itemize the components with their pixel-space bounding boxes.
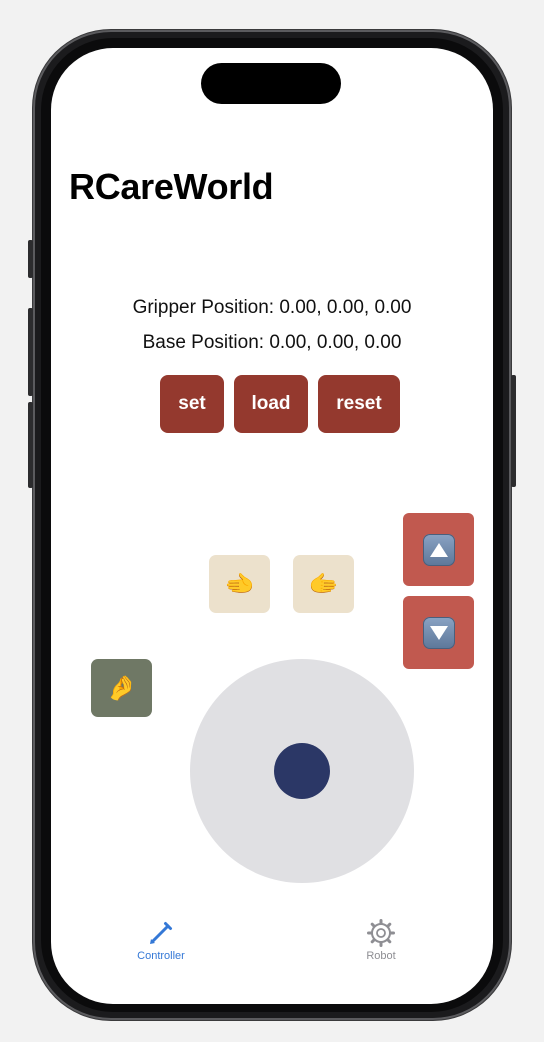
joystick-pad[interactable] [190,659,414,883]
move-down-button[interactable] [403,596,474,669]
move-up-button[interactable] [403,513,474,586]
power-button [511,375,516,487]
volume-down-button [28,402,33,488]
hand-pointing-right-icon: 🫱 [308,570,339,598]
hand-pointing-left-icon: 🫲 [224,570,255,598]
tab-controller[interactable]: Controller [101,918,221,962]
volume-up-button [28,308,33,396]
tab-robot[interactable]: Robot [321,918,441,962]
pencil-icon [150,922,172,944]
pinching-hand-icon: 🤌 [106,674,137,702]
dynamic-island [201,63,341,104]
gripper-left-button[interactable]: 🫲 [209,555,270,613]
gripper-right-button[interactable]: 🫱 [293,555,354,613]
tab-controller-label: Controller [137,950,185,962]
tab-bar: Controller Robot [51,908,493,968]
app-screen: RCareWorld Gripper Position: 0.00, 0.00,… [51,48,493,1004]
gear-icon [367,919,395,947]
joystick-knob[interactable] [274,743,330,799]
load-button[interactable]: load [234,375,308,433]
set-button[interactable]: set [160,375,224,433]
base-position-text: Base Position: 0.00, 0.00, 0.00 [142,332,402,353]
silent-switch [28,240,33,278]
gripper-pinch-button[interactable]: 🤌 [91,659,152,717]
down-arrow-icon [422,616,455,649]
up-arrow-icon [422,533,455,566]
gripper-position-text: Gripper Position: 0.00, 0.00, 0.00 [132,297,412,318]
page-title: RCareWorld [69,166,274,207]
tab-robot-label: Robot [366,950,396,962]
reset-button[interactable]: reset [318,375,400,433]
